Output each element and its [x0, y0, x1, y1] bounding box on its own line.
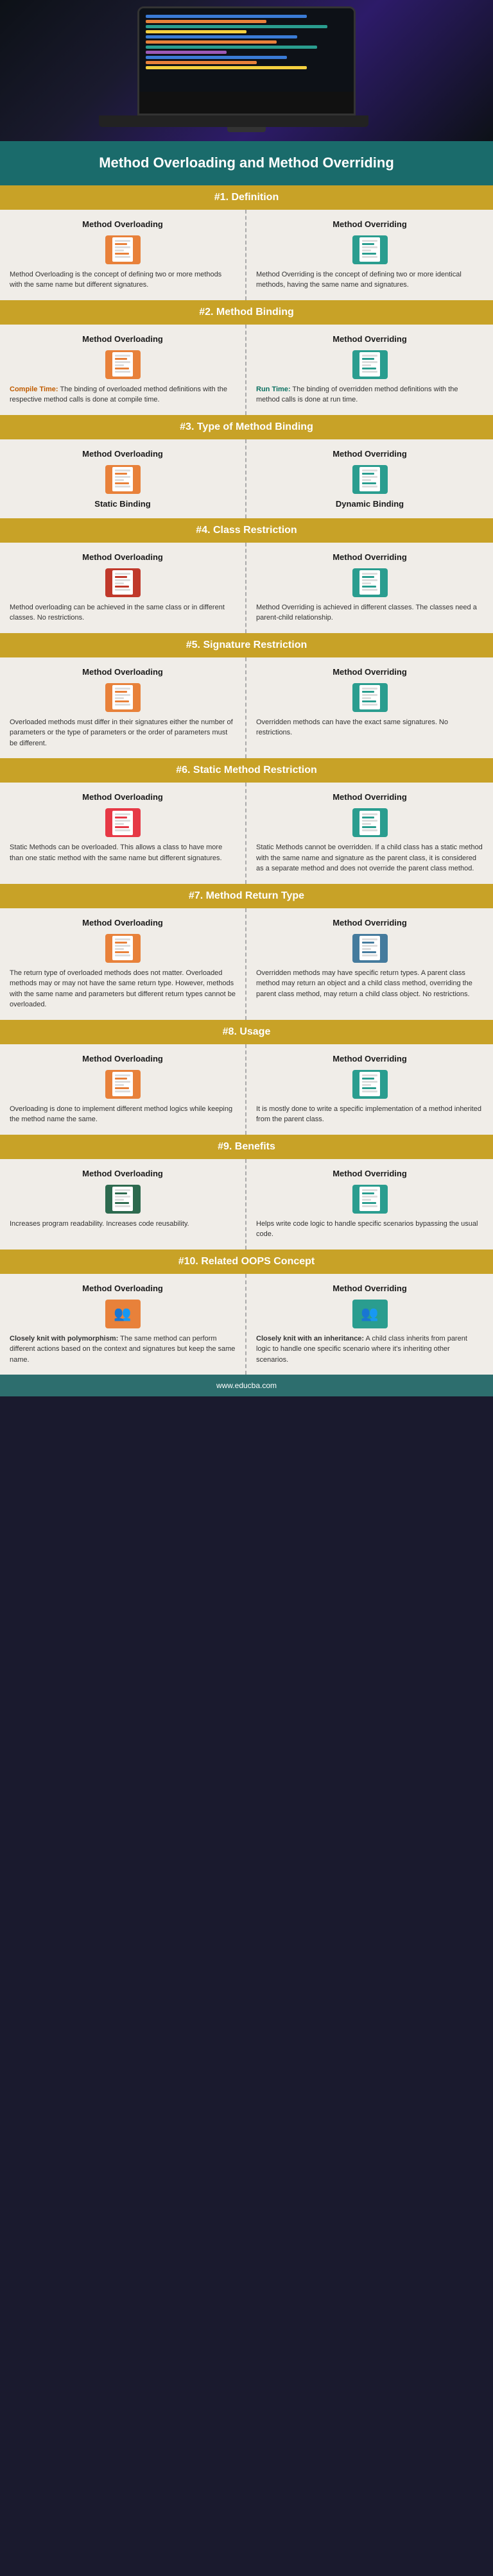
- overloading-col: Method Overloading Overloading is done t…: [0, 1044, 246, 1135]
- overloading-col: Method Overloading Static Binding: [0, 439, 246, 518]
- overloading-body: Overloaded methods must differ in their …: [10, 717, 236, 749]
- section-s6: #6. Static Method Restriction Method Ove…: [0, 758, 493, 884]
- overriding-body: Static Methods cannot be overridden. If …: [256, 842, 483, 874]
- overloading-col: Method Overloading Static Methods can be…: [0, 783, 246, 884]
- static-binding-label: Static Binding: [10, 499, 236, 509]
- section-s4: #4. Class Restriction Method Overloading…: [0, 518, 493, 633]
- overloading-title: Method Overloading: [10, 1054, 236, 1063]
- overriding-title: Method Overriding: [256, 1284, 483, 1293]
- overloading-title: Method Overloading: [10, 449, 236, 459]
- overloading-body: Compile Time: The binding of overloaded …: [10, 384, 236, 405]
- overriding-title: Method Overriding: [256, 449, 483, 459]
- overriding-col: Method Overriding Overridden methods can…: [246, 657, 493, 759]
- overloading-body: Static Methods can be overloaded. This a…: [10, 842, 236, 863]
- overloading-body: The return type of overloaded methods do…: [10, 968, 236, 1010]
- overriding-title: Method Overriding: [256, 1169, 483, 1178]
- overriding-col: Method Overriding Overridden methods may…: [246, 908, 493, 1020]
- footer: www.educba.com: [0, 1375, 493, 1396]
- section-header-s10: #10. Related OOPS Concept: [0, 1250, 493, 1274]
- overriding-title: Method Overriding: [256, 1054, 483, 1063]
- section-header-s1: #1. Definition: [0, 185, 493, 210]
- overloading-body: Closely knit with polymorphism: The same…: [10, 1334, 236, 1366]
- section-s10: #10. Related OOPS Concept Method Overloa…: [0, 1250, 493, 1375]
- section-s8: #8. Usage Method Overloading Overloading…: [0, 1020, 493, 1135]
- section-s2: #2. Method Binding Method Overloading Co…: [0, 300, 493, 415]
- overriding-col: Method Overriding Dynamic Binding: [246, 439, 493, 518]
- section-s5: #5. Signature Restriction Method Overloa…: [0, 633, 493, 759]
- section-s3: #3. Type of Method Binding Method Overlo…: [0, 415, 493, 518]
- overriding-body: Overridden methods can have the exact sa…: [256, 717, 483, 738]
- overriding-body: Overridden methods may have specific ret…: [256, 968, 483, 1000]
- overriding-body: Run Time: The binding of overridden meth…: [256, 384, 483, 405]
- overriding-title: Method Overriding: [256, 552, 483, 562]
- overriding-body: Helps write code logic to handle specifi…: [256, 1219, 483, 1240]
- section-s7: #7. Method Return Type Method Overloadin…: [0, 884, 493, 1020]
- overloading-title: Method Overloading: [10, 552, 236, 562]
- overriding-col: Method Overriding Run Time: The binding …: [246, 325, 493, 415]
- overloading-col: Method Overloading 👥 Closely knit with p…: [0, 1274, 246, 1375]
- overloading-body: Overloading is done to implement differe…: [10, 1104, 236, 1125]
- overriding-body: It is mostly done to write a specific im…: [256, 1104, 483, 1125]
- overloading-title: Method Overloading: [10, 792, 236, 802]
- overloading-title: Method Overloading: [10, 918, 236, 928]
- overloading-col: Method Overloading Overloaded methods mu…: [0, 657, 246, 759]
- overloading-body: Increases program readability. Increases…: [10, 1219, 236, 1230]
- section-header-s5: #5. Signature Restriction: [0, 633, 493, 657]
- section-header-s9: #9. Benefits: [0, 1135, 493, 1159]
- overriding-title: Method Overriding: [256, 667, 483, 677]
- section-header-s8: #8. Usage: [0, 1020, 493, 1044]
- section-header-s6: #6. Static Method Restriction: [0, 758, 493, 783]
- overloading-title: Method Overloading: [10, 334, 236, 344]
- overriding-body: Method Overriding is the concept of defi…: [256, 269, 483, 291]
- overloading-col: Method Overloading Method Overloading is…: [0, 210, 246, 300]
- overloading-col: Method Overloading Increases program rea…: [0, 1159, 246, 1250]
- main-title: Method Overloading and Method Overriding: [0, 141, 493, 185]
- overriding-col: Method Overriding Method Overriding is a…: [246, 543, 493, 633]
- overloading-col: Method Overloading The return type of ov…: [0, 908, 246, 1020]
- dynamic-binding-label: Dynamic Binding: [256, 499, 483, 509]
- overriding-col: Method Overriding Static Methods cannot …: [246, 783, 493, 884]
- overriding-title: Method Overriding: [256, 918, 483, 928]
- overriding-col: Method Overriding 👥 Closely knit with an…: [246, 1274, 493, 1375]
- section-header-s2: #2. Method Binding: [0, 300, 493, 325]
- overloading-col: Method Overloading Compile Time: The bin…: [0, 325, 246, 415]
- overriding-col: Method Overriding Method Overriding is t…: [246, 210, 493, 300]
- overloading-body: Method overloading can be achieved in th…: [10, 602, 236, 623]
- overloading-col: Method Overloading Method overloading ca…: [0, 543, 246, 633]
- overriding-title: Method Overriding: [256, 219, 483, 229]
- overriding-col: Method Overriding It is mostly done to w…: [246, 1044, 493, 1135]
- overriding-title: Method Overriding: [256, 334, 483, 344]
- overloading-title: Method Overloading: [10, 667, 236, 677]
- section-header-s3: #3. Type of Method Binding: [0, 415, 493, 439]
- overriding-col: Method Overriding Helps write code logic…: [246, 1159, 493, 1250]
- section-s9: #9. Benefits Method Overloading Increase…: [0, 1135, 493, 1250]
- overloading-body: Method Overloading is the concept of def…: [10, 269, 236, 291]
- overloading-title: Method Overloading: [10, 1284, 236, 1293]
- overriding-title: Method Overriding: [256, 792, 483, 802]
- section-s1: #1. Definition Method Overloading Method…: [0, 185, 493, 300]
- overloading-title: Method Overloading: [10, 219, 236, 229]
- hero-image: [0, 0, 493, 141]
- overriding-body: Method Overriding is achieved in differe…: [256, 602, 483, 623]
- section-header-s7: #7. Method Return Type: [0, 884, 493, 908]
- overriding-body: Closely knit with an inheritance: A chil…: [256, 1334, 483, 1366]
- section-header-s4: #4. Class Restriction: [0, 518, 493, 543]
- overloading-title: Method Overloading: [10, 1169, 236, 1178]
